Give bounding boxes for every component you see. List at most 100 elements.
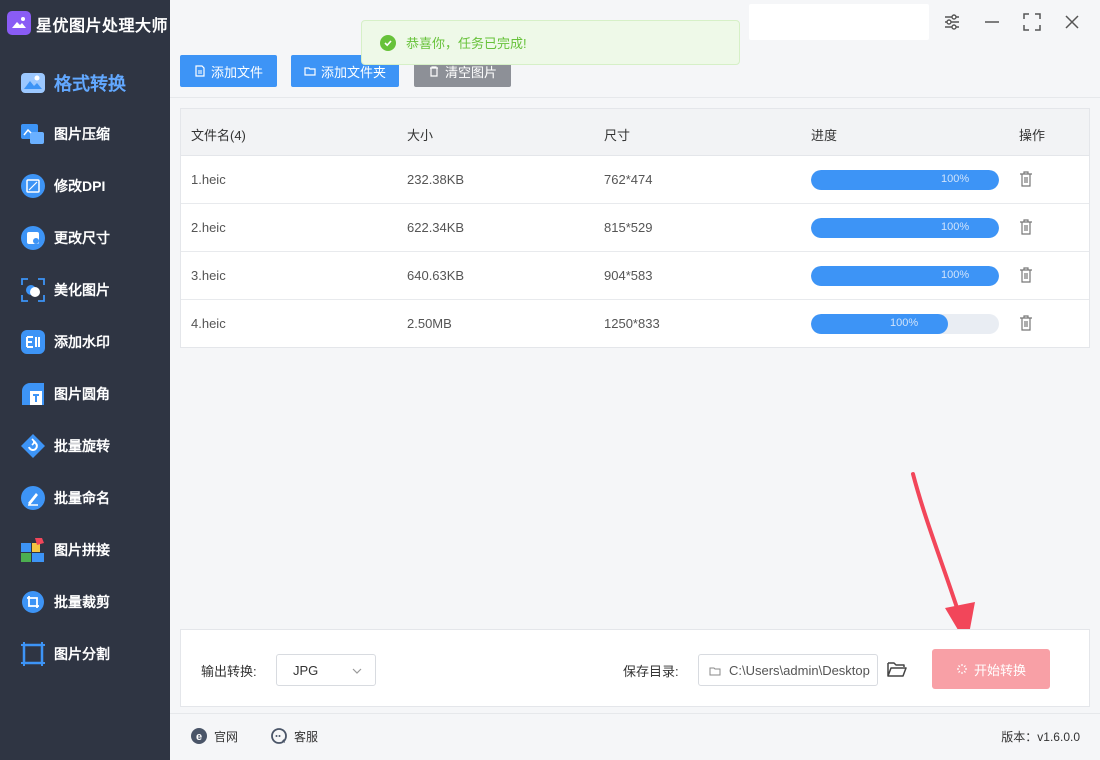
delete-row-button[interactable] [1019, 267, 1033, 283]
sidebar-item-beautify[interactable]: 美化图片 [0, 264, 170, 316]
file-name: 2.heic [191, 220, 226, 235]
file-size: 640.63KB [407, 268, 465, 283]
progress-text: 100% [890, 317, 919, 329]
image-convert-icon [20, 70, 46, 96]
delete-row-button[interactable] [1019, 219, 1033, 235]
file-name: 4.heic [191, 316, 226, 331]
table-row[interactable]: 2.heic 622.34KB 815*529 100% [181, 204, 1089, 252]
file-size: 2.50MB [407, 316, 452, 331]
close-icon [1065, 15, 1079, 29]
sidebar-item-label: 修改DPI [54, 178, 106, 194]
trash-icon [1020, 267, 1032, 283]
progress-text: 100% [941, 269, 970, 281]
beautify-icon [20, 277, 46, 303]
sidebar-item-label: 图片圆角 [54, 386, 110, 402]
sidebar-item-rotate[interactable]: 批量旋转 [0, 420, 170, 472]
red-arrow-annotation [911, 472, 975, 645]
save-directory-field[interactable]: C:\Users\admin\Desktop [698, 654, 878, 686]
sidebar-item-split[interactable]: 图片分割 [0, 628, 170, 680]
resize-icon [20, 225, 46, 251]
sidebar-item-compress[interactable]: 图片压缩 [0, 108, 170, 160]
header-progress: 进度 [811, 128, 838, 143]
website-link[interactable]: e 官网 [190, 726, 238, 746]
sidebar-item-label: 图片拼接 [54, 542, 110, 558]
support-link[interactable]: 客服 [270, 726, 318, 746]
output-settings-panel: 输出转换: JPG 保存目录: C:\Users\admin\Desktop 开… [180, 629, 1090, 707]
app-logo-icon [7, 11, 31, 35]
maximize-button[interactable] [1020, 10, 1044, 34]
puzzle-icon [20, 537, 46, 563]
split-icon [20, 641, 46, 667]
table-row[interactable]: 4.heic 2.50MB 1250*833 100% [181, 300, 1089, 348]
svg-text:e: e [196, 731, 202, 743]
progress-fill [811, 218, 999, 238]
progress-fill [811, 266, 999, 286]
success-toast: 恭喜你，任务已完成! [361, 20, 740, 65]
compress-icon [20, 121, 46, 147]
sidebar-item-round-corner[interactable]: 图片圆角 [0, 368, 170, 420]
version-label: 版本：v1.6.0.0 [1001, 730, 1080, 744]
progress-bar: 100% [811, 266, 999, 286]
save-directory-label: 保存目录: [623, 664, 679, 679]
progress-text: 100% [941, 173, 970, 185]
header-file-name: 文件名(4) [191, 128, 246, 143]
header-dimensions: 尺寸 [604, 128, 631, 143]
progress-bar: 100% [811, 218, 999, 238]
trash-icon [1020, 219, 1032, 235]
sidebar-item-label: 更改尺寸 [54, 230, 110, 246]
sidebar-item-puzzle[interactable]: 图片拼接 [0, 524, 170, 576]
sidebar-item-rename[interactable]: 批量命名 [0, 472, 170, 524]
progress-bar: 100% [811, 170, 999, 190]
sidebar-item-dpi[interactable]: 修改DPI [0, 160, 170, 212]
sidebar-item-watermark[interactable]: 添加水印 [0, 316, 170, 368]
sidebar-item-label: 批量裁剪 [54, 594, 110, 610]
output-format-value: JPG [293, 663, 319, 678]
sidebar-item-label: 美化图片 [54, 282, 110, 298]
open-folder-icon [887, 662, 907, 677]
sidebar-item-label: 图片分割 [54, 646, 110, 662]
sidebar-item-label: 批量旋转 [54, 438, 110, 454]
table-header: 文件名(4) 大小 尺寸 进度 操作 [181, 109, 1089, 156]
header-size: 大小 [407, 128, 434, 143]
add-file-button[interactable]: 添加文件 [180, 55, 277, 87]
folder-icon [304, 67, 316, 76]
crop-icon [20, 589, 46, 615]
delete-row-button[interactable] [1019, 171, 1033, 187]
sidebar-item-label: 批量命名 [54, 490, 110, 506]
close-button[interactable] [1060, 10, 1084, 34]
output-format-select[interactable]: JPG [276, 654, 376, 686]
sidebar-item-label: 添加水印 [54, 334, 110, 350]
round-corner-icon [20, 381, 46, 407]
add-file-label: 添加文件 [210, 64, 263, 80]
sidebar-item-crop[interactable]: 批量裁剪 [0, 576, 170, 628]
chat-bubble-icon [270, 727, 288, 745]
browse-folder-button[interactable] [886, 658, 908, 680]
chevron-down-icon [351, 665, 363, 677]
toast-message: 恭喜你，任务已完成! [406, 36, 527, 51]
start-convert-label: 开始转换 [973, 662, 1026, 678]
table-row[interactable]: 1.heic 232.38KB 762*474 100% [181, 156, 1089, 204]
sidebar: 星优图片处理大师 格式转换 图片压缩 修改DPI 更改尺寸 美化图片 添加水印 … [0, 0, 170, 760]
divider [170, 97, 1100, 98]
settings-button[interactable] [940, 10, 964, 34]
rotate-icon [20, 433, 46, 459]
file-dimensions: 904*583 [604, 268, 653, 283]
delete-row-button[interactable] [1019, 315, 1033, 331]
trash-icon [429, 66, 438, 77]
sidebar-item-format-convert[interactable]: 格式转换 [0, 57, 170, 109]
start-convert-button[interactable]: 开始转换 [932, 649, 1050, 689]
minimize-button[interactable] [980, 10, 1004, 34]
folder-icon [709, 665, 721, 677]
dpi-icon [20, 173, 46, 199]
table-row[interactable]: 3.heic 640.63KB 904*583 100% [181, 252, 1089, 300]
loading-spinner-icon [956, 664, 967, 674]
progress-fill [811, 170, 999, 190]
file-name: 1.heic [191, 172, 226, 187]
divider [170, 713, 1100, 714]
progress-fill [811, 314, 948, 334]
header-action: 操作 [1019, 128, 1046, 143]
file-dimensions: 762*474 [604, 172, 653, 187]
trash-icon [1020, 315, 1032, 331]
sidebar-item-resize[interactable]: 更改尺寸 [0, 212, 170, 264]
progress-bar: 100% [811, 314, 999, 334]
